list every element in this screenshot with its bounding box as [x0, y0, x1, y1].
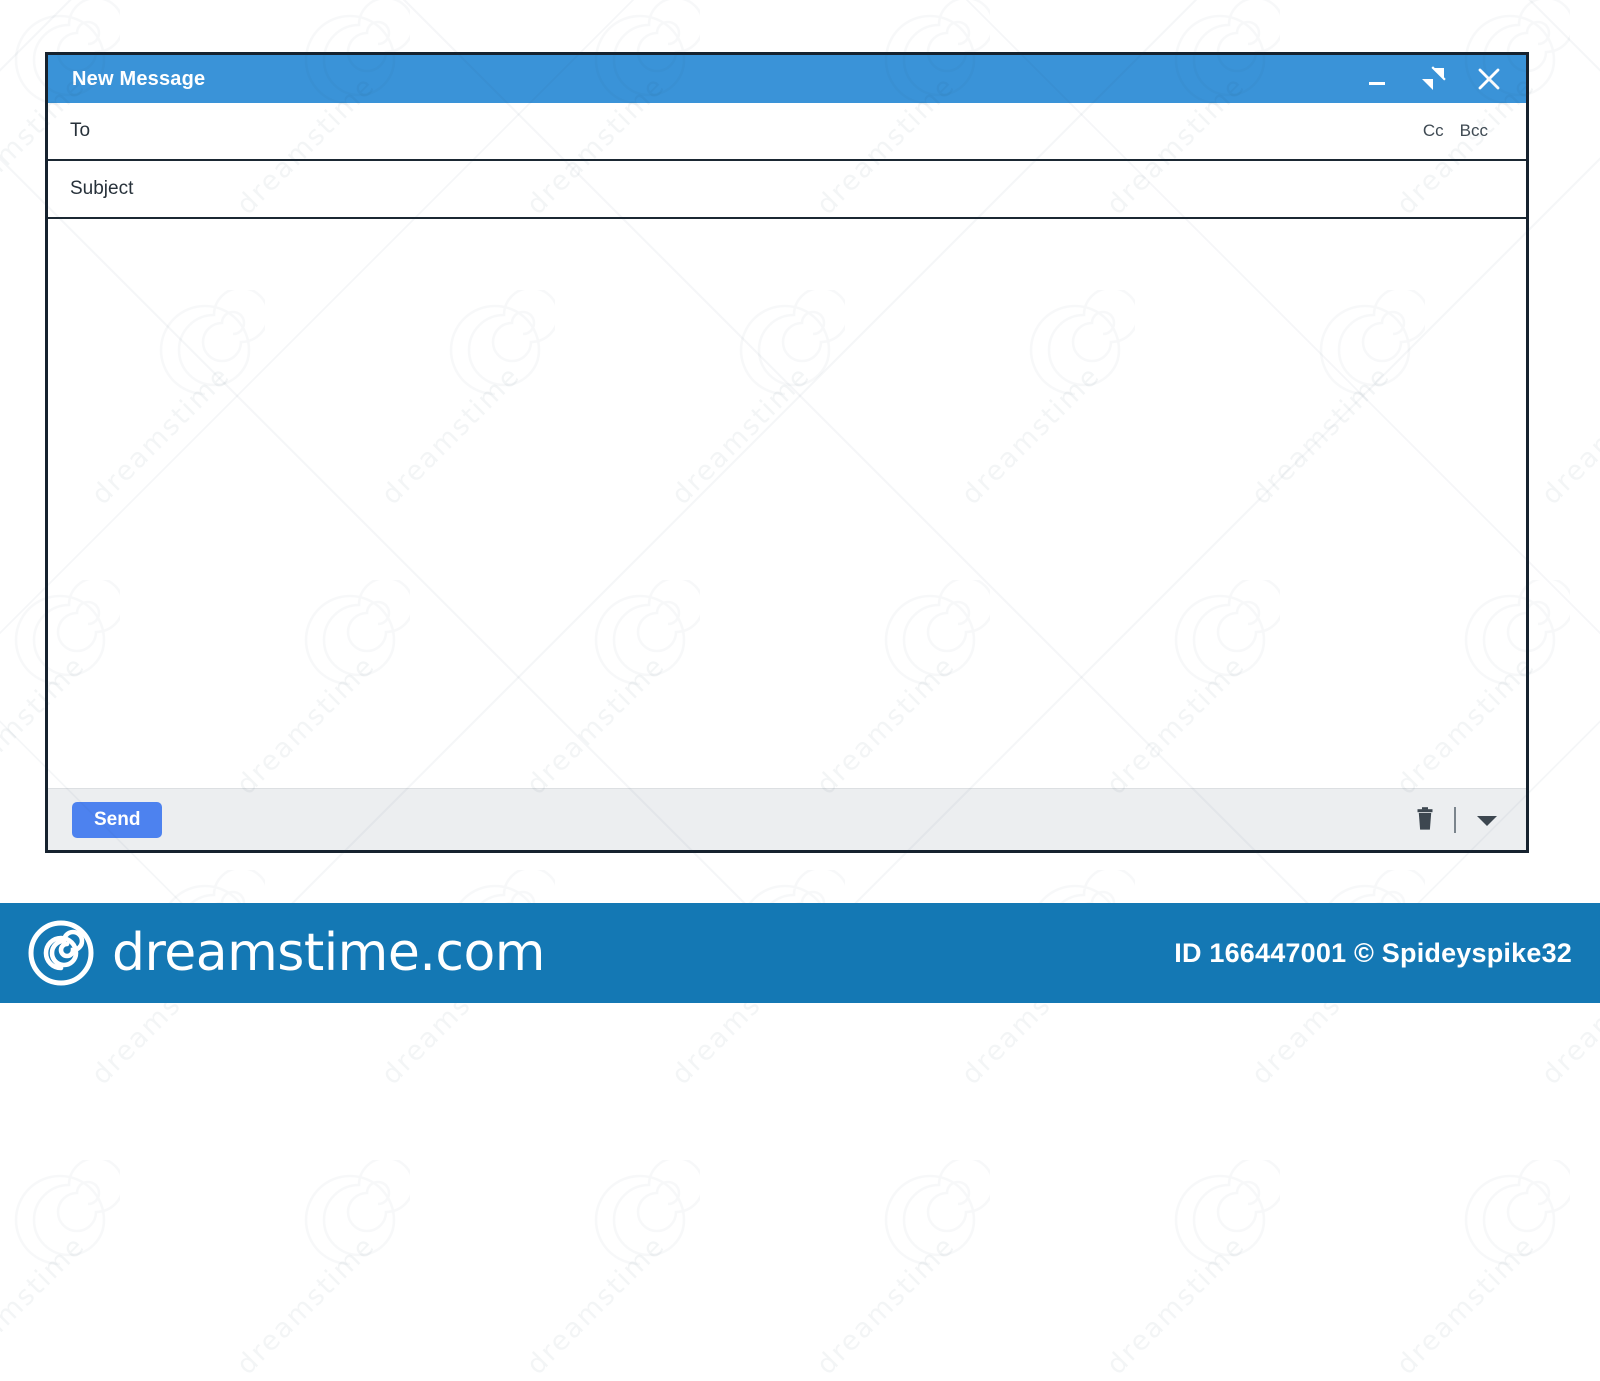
watermark-text: dreamstime	[1100, 1230, 1252, 1381]
stock-image-credit: ID 166447001 © Spideyspike32	[1174, 937, 1572, 968]
watermark-text: dreamstime	[1390, 1230, 1542, 1381]
close-icon	[1478, 68, 1500, 90]
watermark-text: dreamstime	[1535, 360, 1600, 511]
bcc-button[interactable]: Bcc	[1460, 121, 1488, 141]
watermark-text: dreamstime	[520, 1230, 672, 1381]
subject-field-row[interactable]: Subject	[48, 161, 1526, 219]
chevron-down-icon	[1477, 815, 1497, 826]
dreamstime-brand: dreamstime.com	[28, 920, 545, 986]
watermark-spiral-icon	[1595, 290, 1600, 410]
watermark-spiral-icon	[1160, 1160, 1280, 1280]
cc-button[interactable]: Cc	[1423, 121, 1444, 141]
watermark-text: dreamstime	[810, 1230, 962, 1381]
trash-icon	[1417, 806, 1433, 830]
minimize-icon	[1369, 82, 1385, 85]
more-options-button[interactable]	[1474, 811, 1500, 829]
subject-field-label: Subject	[70, 178, 134, 199]
to-field-label: To	[70, 120, 91, 141]
spiral-logo-icon	[28, 920, 94, 986]
watermark-text: dreamstime	[0, 1230, 92, 1381]
compose-title-bar[interactable]: New Message	[48, 55, 1526, 103]
to-field-row[interactable]: To Cc Bcc	[48, 103, 1526, 161]
compose-window-title: New Message	[72, 67, 206, 90]
minimize-button[interactable]	[1362, 64, 1392, 94]
watermark-spiral-icon	[1450, 1160, 1570, 1280]
watermark-spiral-icon	[0, 1160, 120, 1280]
close-button[interactable]	[1474, 64, 1504, 94]
compose-window: New Message To Cc Bcc Subject Send	[45, 52, 1529, 853]
window-controls	[1362, 64, 1504, 94]
send-button[interactable]: Send	[72, 801, 163, 838]
cc-bcc-group: Cc Bcc	[1423, 121, 1488, 141]
compose-footer-toolbar: Send	[48, 788, 1526, 850]
stock-photo-watermark-bar: dreamstime.com ID 166447001 © Spideyspik…	[0, 903, 1600, 1003]
watermark-text: dreamstime	[230, 1230, 382, 1381]
footer-right-actions	[1414, 806, 1500, 833]
watermark-spiral-icon	[580, 1160, 700, 1280]
footer-divider	[1454, 806, 1456, 833]
fullscreen-expand-icon	[1422, 66, 1446, 90]
watermark-spiral-icon	[870, 1160, 990, 1280]
message-body-input[interactable]	[48, 219, 1526, 788]
dreamstime-brand-text: dreamstime.com	[112, 923, 545, 983]
discard-draft-button[interactable]	[1414, 806, 1436, 833]
fullscreen-button[interactable]	[1418, 64, 1448, 94]
watermark-spiral-icon	[290, 1160, 410, 1280]
